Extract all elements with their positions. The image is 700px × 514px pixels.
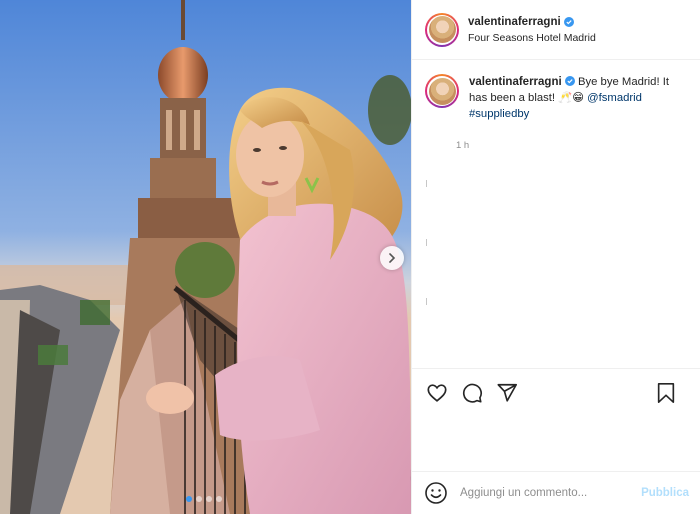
save-button[interactable] [654,381,678,405]
share-button[interactable] [495,381,519,405]
post-side-panel: valentinaferragni Four Seasons Hotel Mad… [411,0,700,514]
caption-comment: valentinaferragni Bye bye Madrid! It has… [412,60,700,122]
like-button[interactable] [425,381,449,405]
carousel-dot [186,496,192,502]
carousel-indicator [186,496,222,502]
header-username-row: valentinaferragni [468,16,596,28]
avatar-image [428,77,456,105]
publish-button[interactable]: Pubblica [641,487,689,499]
caption-mention[interactable]: @fsmadrid [587,92,642,104]
post-photo[interactable] [0,0,411,514]
photo-scene [0,0,411,514]
comment-button[interactable] [460,381,484,405]
post-location[interactable]: Four Seasons Hotel Madrid [468,32,596,44]
carousel-dot [216,496,222,502]
bookmark-icon [657,383,675,403]
carousel-next-button[interactable] [380,246,404,270]
action-bar [412,368,700,416]
verified-badge-icon [564,76,575,86]
verified-badge-icon [563,16,574,27]
scroll-edge-marks [426,180,427,357]
avatar-image [428,16,456,43]
comment-input[interactable] [460,487,630,499]
share-icon [497,383,517,402]
comment-icon [462,383,482,403]
carousel-dot [206,496,212,502]
caption-avatar[interactable] [425,74,459,108]
caption-time: 1 h [456,140,470,151]
chevron-right-icon [389,253,396,263]
header-username[interactable]: valentinaferragni [468,16,561,28]
caption-hashtag[interactable]: #suppliedby [469,108,529,120]
carousel-dot [196,496,202,502]
comment-composer: Pubblica [412,471,700,514]
caption-text: valentinaferragni Bye bye Madrid! It has… [469,74,687,122]
avatar[interactable] [425,12,459,47]
caption-username[interactable]: valentinaferragni [469,76,562,88]
smiley-icon[interactable] [424,481,448,505]
post-header: valentinaferragni Four Seasons Hotel Mad… [412,0,700,60]
heart-icon [427,383,447,402]
